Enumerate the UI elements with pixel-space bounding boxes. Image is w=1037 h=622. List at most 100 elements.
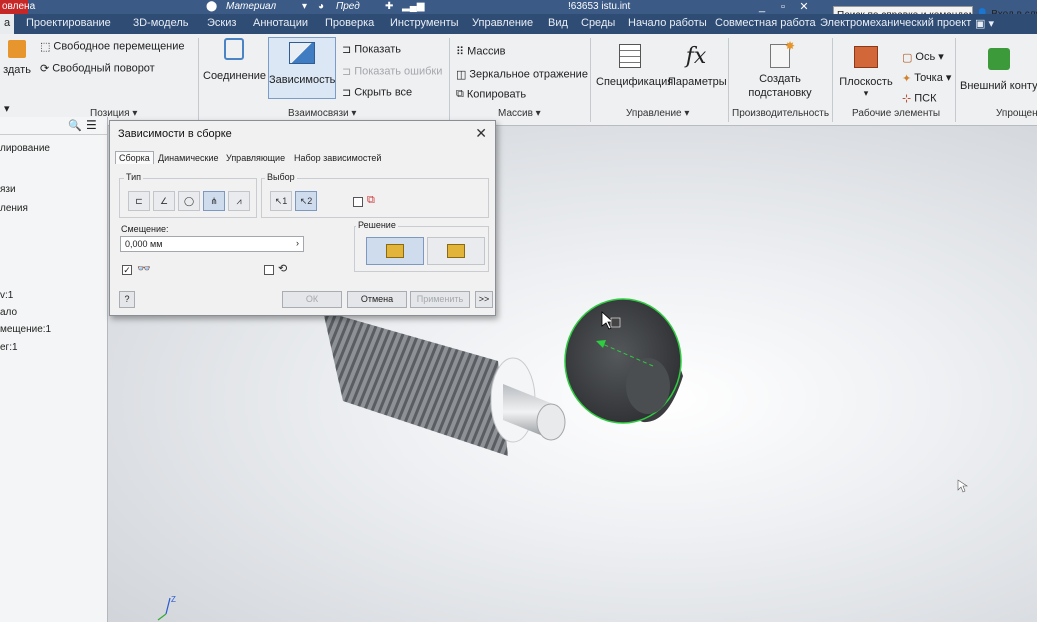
minimize-icon[interactable]: _	[752, 0, 772, 14]
first-occurrence-checkbox[interactable]	[353, 197, 363, 207]
axis-button[interactable]: ▢ Ось ▾	[902, 50, 944, 64]
mate-constraint-button[interactable]: ⊏	[128, 191, 150, 211]
constraint-button[interactable]: Зависимость	[268, 37, 336, 99]
browser-item[interactable]: лирование	[0, 143, 50, 154]
pattern-icon: ⠿	[456, 46, 465, 58]
select-2-button[interactable]: ↖2	[295, 191, 317, 211]
tab-get-started[interactable]: Начало работы	[628, 17, 707, 29]
tab-assembly[interactable]: Сборка	[115, 151, 154, 164]
manage-panel-title[interactable]: Управление ▾	[626, 108, 689, 119]
tab-assemble[interactable]: а	[0, 14, 15, 34]
create-icon	[8, 40, 26, 58]
ribbon-divider	[198, 38, 199, 122]
point-icon: ✦	[902, 72, 912, 85]
title-fragment: овлена	[2, 1, 36, 12]
pattern-button[interactable]: ⠿ Массив	[456, 45, 505, 58]
chevron-right-icon[interactable]: ›	[296, 238, 299, 248]
work-features-panel-title: Рабочие элементы	[852, 108, 941, 119]
help-button[interactable]: ?	[119, 291, 135, 308]
tab-constraint-set[interactable]: Набор зависимостей	[294, 153, 381, 163]
chevron-down-icon[interactable]: ▾	[302, 1, 307, 12]
tab-design[interactable]: Проектирование	[26, 17, 111, 29]
angle-constraint-button[interactable]: ∠	[153, 191, 175, 211]
browser-item[interactable]: мещение:1	[0, 324, 51, 335]
browser-item[interactable]: ало	[0, 307, 17, 318]
tab-tools[interactable]: Инструменты	[390, 17, 459, 29]
material-icon[interactable]: ⬤	[206, 1, 217, 12]
ribbon-divider	[955, 38, 956, 122]
tab-transitional[interactable]: Управляющие	[226, 153, 285, 163]
chevron-down-icon[interactable]: ▾	[4, 102, 10, 115]
tab-collaborate[interactable]: Совместная работа	[715, 17, 816, 29]
type-label: Тип	[124, 172, 144, 182]
corrugated-hose[interactable]	[323, 311, 508, 456]
show-button[interactable]: ⊐ Показать	[342, 43, 401, 56]
pattern-panel-title[interactable]: Массив ▾	[498, 108, 541, 119]
ok-button[interactable]: ОК	[282, 291, 342, 308]
cancel-button[interactable]: Отмена	[347, 291, 407, 308]
specification-button[interactable]: Спецификация	[596, 44, 673, 88]
appearance-dropdown[interactable]: Пред	[336, 1, 360, 12]
create-button[interactable]: здать	[0, 40, 34, 76]
close-icon[interactable]: ✕	[794, 0, 814, 14]
menu-icon[interactable]: ☰	[86, 118, 97, 132]
relationships-panel-title[interactable]: Взаимосвязи ▾	[288, 108, 356, 119]
free-move-button[interactable]: ⬚ Свободное перемещение	[40, 40, 185, 53]
tab-electromechanical[interactable]: Электромеханический проект	[820, 17, 971, 29]
symmetry-icon: ⩘	[236, 196, 242, 206]
solution-aligned-button[interactable]	[427, 237, 485, 265]
close-icon[interactable]: ✕	[475, 125, 487, 142]
mirror-button[interactable]: ◫ Зеркальное отражение	[456, 68, 588, 81]
material-dropdown[interactable]: Материал	[226, 1, 276, 12]
table-icon	[619, 44, 641, 68]
apply-button[interactable]: Применить	[410, 291, 470, 308]
constraint-icon	[289, 42, 315, 64]
hide-all-icon: ⊐	[342, 87, 352, 99]
ucs-button[interactable]: ⊹ ПСК	[902, 92, 936, 105]
tab-sketch[interactable]: Эскиз	[207, 17, 236, 29]
ribbon-divider	[590, 38, 591, 122]
shrinkwrap-button[interactable]: Внешний контур	[960, 48, 1037, 92]
more-button[interactable]: >>	[475, 291, 493, 308]
search-icon[interactable]: 🔍	[68, 119, 82, 132]
tab-annotate[interactable]: Аннотации	[253, 17, 308, 29]
svg-text:Z: Z	[171, 595, 176, 604]
pin-icon[interactable]: ✚	[385, 1, 393, 12]
substitute-icon: ✸	[770, 39, 795, 68]
tab-3d-model[interactable]: 3D-модель	[133, 17, 188, 29]
tangent-constraint-button[interactable]: ◯	[178, 191, 200, 211]
restore-icon[interactable]: ▫	[773, 0, 793, 14]
tab-view[interactable]: Вид	[548, 17, 568, 29]
show-errors-button[interactable]: ⊐ Показать ошибки	[342, 65, 442, 78]
offset-label: Смещение:	[121, 224, 169, 234]
free-rotate-button[interactable]: ⟳ Свободный поворот	[40, 62, 155, 75]
tab-inspect[interactable]: Проверка	[325, 17, 374, 29]
point-button[interactable]: ✦ Точка ▾	[902, 71, 951, 85]
predict-offset-checkbox[interactable]	[264, 265, 274, 275]
browser-item[interactable]: v:1	[0, 290, 13, 301]
tab-motion[interactable]: Динамические	[158, 153, 218, 163]
insert-constraint-button[interactable]: ⋔	[203, 191, 225, 211]
browser-item[interactable]: ег:1	[0, 342, 18, 353]
hide-all-button[interactable]: ⊐ Скрыть все	[342, 86, 412, 99]
axis-icon: ▢	[902, 51, 913, 64]
preview-checkbox[interactable]: ✓	[122, 265, 132, 275]
appearance-icon[interactable]: ◕	[318, 1, 324, 12]
browser-item[interactable]: ления	[0, 203, 28, 214]
create-substitute-button[interactable]: ✸ Создать подстановку	[740, 39, 820, 100]
join-button[interactable]: Соединение	[203, 38, 266, 82]
offset-input[interactable]: 0,000 мм ›	[120, 236, 304, 252]
copy-button[interactable]: ⧉ Копировать	[456, 88, 526, 101]
tab-manage[interactable]: Управление	[472, 17, 533, 29]
symmetry-constraint-button[interactable]: ⩘	[228, 191, 250, 211]
ribbon-options-icon[interactable]: ▣ ▾	[975, 17, 994, 30]
tab-environments[interactable]: Среды	[581, 17, 615, 29]
cone-part[interactable]	[564, 298, 683, 424]
plane-button[interactable]: Плоскость ▾	[838, 46, 894, 99]
select-1-button[interactable]: ↖1	[270, 191, 292, 211]
mouse-cursor-icon	[957, 479, 968, 493]
browser-item[interactable]: язи	[0, 184, 16, 195]
mate-icon: ⊏	[135, 196, 143, 206]
solution-opposed-button[interactable]	[366, 237, 424, 265]
parameters-button[interactable]: fx Параметры	[668, 44, 727, 88]
